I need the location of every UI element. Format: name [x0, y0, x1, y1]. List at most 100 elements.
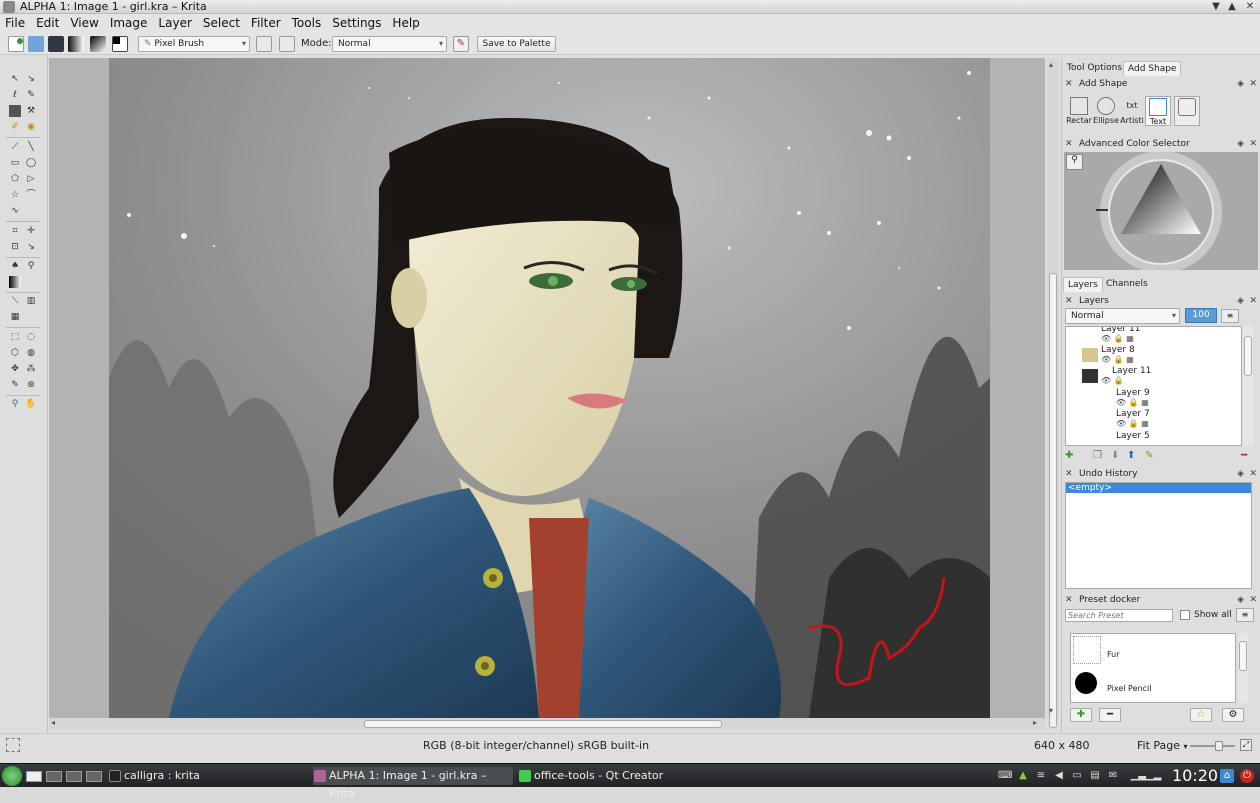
fill-bucket-icon[interactable]: ♠ — [9, 260, 21, 272]
horizontal-scrollbar[interactable]: ◂ ▸ — [49, 718, 1045, 730]
layer-blend-combo[interactable]: Normal ▾ — [1065, 308, 1180, 324]
straight-line-icon[interactable]: ╲ — [25, 141, 37, 153]
perspective-tool-icon[interactable]: ▥ — [25, 295, 37, 307]
close-icon[interactable]: ✕ — [1065, 593, 1073, 607]
zoom-combo[interactable]: Fit Page ▾ — [1137, 739, 1188, 752]
ellipse-select-icon[interactable]: ◌ — [25, 331, 37, 343]
outline-select-icon[interactable]: ◍ — [25, 347, 37, 359]
lock-icon[interactable]: ⌂ — [1220, 769, 1234, 783]
colors-icon[interactable] — [112, 36, 128, 52]
zoom-slider[interactable] — [1190, 741, 1235, 751]
task-terminal[interactable]: calligra : krita — [108, 767, 308, 785]
path-select-icon[interactable]: ✎ — [9, 379, 21, 391]
desktop-2[interactable] — [46, 771, 62, 782]
menu-edit[interactable]: Edit — [31, 14, 65, 33]
close-icon[interactable]: ✕ — [1065, 77, 1073, 91]
line-tool-icon[interactable]: ⟋ — [9, 141, 21, 153]
close-icon[interactable]: ✕ — [1249, 467, 1257, 481]
tab-layers[interactable]: Layers — [1063, 277, 1103, 292]
volume-icon[interactable]: ◀ — [1052, 769, 1066, 783]
gradient-icon[interactable] — [68, 36, 84, 52]
undo-item[interactable]: <empty> — [1066, 483, 1251, 493]
notifications-icon[interactable]: ✉ — [1106, 769, 1120, 783]
brush-editor-icon[interactable] — [256, 36, 272, 52]
favorite-preset-icon[interactable]: ☆ — [1190, 708, 1212, 722]
close-icon[interactable]: ✕ — [1065, 137, 1073, 151]
clipboard-icon[interactable]: ▤ — [1088, 769, 1102, 783]
layer-row[interactable]: Layer 5 — [1066, 431, 1241, 445]
scroll-left-icon[interactable]: ◂ — [51, 718, 55, 727]
network-icon[interactable]: ≋ — [1034, 769, 1048, 783]
start-menu-icon[interactable] — [2, 766, 22, 786]
desktop-3[interactable] — [66, 771, 82, 782]
float-icon[interactable]: ◈ — [1237, 77, 1244, 91]
close-icon[interactable]: ✕ — [1249, 77, 1257, 91]
scroll-right-icon[interactable]: ▸ — [1033, 718, 1037, 727]
pen-icon[interactable]: ✎ — [25, 89, 37, 101]
calligraphy-icon[interactable]: ℓ — [9, 89, 21, 101]
layer-row[interactable]: Layer 9 👁 🔒 ▦ — [1066, 388, 1241, 409]
bezier-select-icon[interactable]: ⊛ — [25, 379, 37, 391]
desktop-1[interactable] — [26, 771, 42, 782]
float-icon[interactable]: ◈ — [1237, 593, 1244, 607]
shape-collection-icon[interactable] — [1174, 96, 1200, 126]
gradient-fill-icon[interactable] — [9, 276, 21, 288]
brush-tool-icon[interactable]: ✐ — [9, 121, 21, 133]
bezier-tool-icon[interactable]: ⌒ — [25, 189, 37, 201]
pattern-icon[interactable] — [90, 36, 106, 52]
close-icon[interactable]: ✕ — [1065, 467, 1073, 481]
open-icon[interactable] — [28, 36, 44, 52]
layer-properties-icon[interactable]: ✎ — [1145, 450, 1153, 461]
canvas-area[interactable] — [49, 58, 1045, 718]
ruler-tool-icon[interactable]: ⟍ — [9, 295, 21, 307]
crop-tool-icon[interactable]: ⌗ — [9, 225, 21, 237]
menu-image[interactable]: Image — [105, 14, 154, 33]
horizontal-scroll-thumb[interactable] — [364, 720, 722, 728]
menu-select[interactable]: Select — [198, 14, 246, 33]
task-krita[interactable]: ALPHA 1: Image 1 - girl.kra – Krita — [313, 767, 513, 800]
update-icon[interactable]: ▲ — [1016, 769, 1030, 783]
layer-list[interactable]: Layer 11 👁 🔒 ▦ Layer 8 👁 🔒 ▦ Layer 11 👁 🔒 L… — [1065, 326, 1242, 446]
new-document-icon[interactable] — [8, 36, 24, 52]
brush-settings-icon[interactable] — [279, 36, 295, 52]
scroll-up-icon[interactable]: ▴ — [1049, 60, 1053, 69]
polyline-tool-icon[interactable]: ▷ — [25, 173, 37, 185]
save-icon[interactable] — [48, 36, 64, 52]
float-icon[interactable]: ◈ — [1237, 467, 1244, 481]
menu-layer[interactable]: Layer — [153, 14, 197, 33]
float-icon[interactable]: ◈ — [1237, 294, 1244, 308]
edit-path-icon[interactable]: ↘ — [25, 73, 37, 85]
close-button[interactable]: ✕ — [1244, 1, 1256, 13]
shape-text[interactable]: Text — [1145, 96, 1171, 126]
duplicate-layer-icon[interactable]: ❐ — [1093, 450, 1102, 461]
contiguous-select-icon[interactable]: ✥ — [9, 363, 21, 375]
rectangle-tool-icon[interactable]: ▭ — [9, 157, 21, 169]
transform-tool-icon[interactable]: ⊡ — [9, 241, 21, 253]
power-icon[interactable]: ⏻ — [1240, 769, 1254, 783]
tab-tool-options[interactable]: Tool Options — [1063, 61, 1126, 76]
grid-tool-icon[interactable]: ▦ — [9, 311, 21, 323]
shape-artistic-text[interactable]: txt Artisti — [1119, 96, 1145, 126]
tab-channels[interactable]: Channels — [1102, 277, 1152, 292]
add-preset-icon[interactable]: ✚ — [1070, 708, 1092, 722]
close-icon[interactable]: ✕ — [1065, 294, 1073, 308]
ellipse-tool-icon[interactable]: ◯ — [25, 157, 37, 169]
menu-filter[interactable]: Filter — [246, 14, 287, 33]
shape-ellipse[interactable]: Ellipse — [1093, 96, 1119, 126]
tab-add-shape[interactable]: Add Shape — [1123, 61, 1182, 76]
move-tool-icon[interactable]: ✛ — [25, 225, 37, 237]
task-qt-creator[interactable]: office-tools - Qt Creator — [518, 767, 718, 785]
star-tool-icon[interactable]: ☆ — [9, 189, 21, 201]
keyboard-icon[interactable]: ⌨ — [998, 769, 1012, 783]
polygon-tool-icon[interactable]: ⬠ — [9, 173, 21, 185]
color-selector-area[interactable]: ⚲ — [1064, 152, 1258, 270]
preset-list[interactable]: Fur Pixel Pencil — [1070, 633, 1236, 703]
menu-tools[interactable]: Tools — [287, 14, 328, 33]
similar-select-icon[interactable]: ⁂ — [25, 363, 37, 375]
save-to-palette-button[interactable]: Save to Palette — [477, 36, 556, 52]
eraser-mode-icon[interactable]: ✎ — [453, 36, 469, 52]
preset-pixel-pencil[interactable]: Pixel Pencil — [1107, 684, 1151, 693]
undo-list[interactable]: <empty> — [1065, 482, 1252, 589]
preset-scrollbar[interactable] — [1238, 633, 1248, 703]
move-up-icon[interactable]: ⬆ — [1127, 450, 1135, 461]
